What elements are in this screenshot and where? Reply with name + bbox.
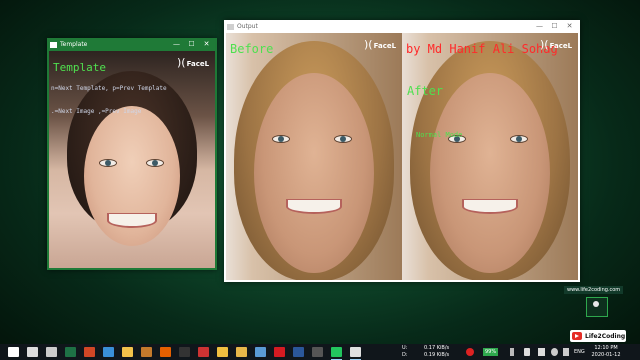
record-icon[interactable] [466, 348, 474, 356]
before-right-eye [334, 135, 352, 143]
photos-icon[interactable] [141, 347, 152, 357]
youtube-channel-badge[interactable]: Life2Coding [570, 330, 626, 342]
template-window-title: Template [60, 41, 88, 48]
youtube-icon [572, 332, 582, 340]
battery-icon[interactable] [524, 348, 530, 356]
output-image: Before )(FaceL by Md Hanif Ali Sohag )(F… [226, 33, 578, 280]
word-icon[interactable] [293, 347, 304, 357]
output-window-title: Output [237, 23, 258, 30]
after-smile [462, 199, 518, 214]
template-right-eye [146, 159, 164, 167]
watermark-url: www.life2coding.com [564, 286, 624, 294]
powerpoint-icon[interactable] [84, 347, 95, 357]
after-panel [402, 33, 578, 280]
after-label: After [407, 84, 444, 98]
camera-icon[interactable] [312, 347, 323, 357]
template-window[interactable]: Template — ☐ ✕ Template n=Next Template,… [47, 38, 217, 270]
volume-icon[interactable] [563, 348, 569, 356]
language-indicator[interactable]: ENG [574, 349, 585, 355]
media-player-icon[interactable] [103, 347, 114, 357]
output-window[interactable]: Output — ☐ ✕ Before )(FaceL by Md Hanif … [224, 20, 580, 282]
windows-start-icon[interactable] [8, 347, 19, 357]
python-icon[interactable] [217, 347, 228, 357]
opera-icon[interactable] [274, 347, 285, 357]
template-left-eye [99, 159, 117, 167]
facel-mark-icon: )( [177, 56, 186, 69]
minimize-button[interactable]: — [532, 20, 547, 33]
output-titlebar[interactable]: Output — ☐ ✕ [224, 20, 580, 33]
before-facel-logo: )(FaceL [364, 38, 397, 51]
wifi-icon[interactable] [551, 348, 558, 356]
firefox-icon[interactable] [160, 347, 171, 357]
before-smile [286, 199, 342, 214]
facel-mark-icon: )( [364, 38, 373, 51]
template-smile [107, 213, 157, 228]
after-facel-logo: )(FaceL [540, 38, 573, 51]
search-icon[interactable] [27, 347, 38, 357]
template-titlebar[interactable]: Template — ☐ ✕ [47, 38, 217, 51]
terminal-icon[interactable] [179, 347, 190, 357]
net-down-label: D: [402, 352, 408, 358]
folder-icon[interactable] [236, 347, 247, 357]
author-byline: by Md Hanif Ali Sohag [406, 42, 558, 56]
template-help-line-1: n=Next Template, p=Prev Template [51, 85, 167, 92]
template-facel-logo: )(FaceL [177, 56, 210, 69]
clock-time: 12:10 PM [594, 345, 618, 351]
after-right-eye [510, 135, 528, 143]
after-face [430, 73, 550, 273]
template-image: Template n=Next Template, p=Prev Templat… [49, 51, 215, 268]
net-up-value: 0.17 KiB/s [424, 345, 450, 351]
minimize-button[interactable]: — [169, 38, 184, 51]
window-app-icon [227, 23, 234, 30]
screen-capture-icon[interactable] [198, 347, 209, 357]
task-view-icon[interactable] [46, 347, 57, 357]
display-icon[interactable] [538, 348, 545, 356]
net-up-label: U: [402, 345, 408, 351]
output-window-icon[interactable] [350, 347, 361, 360]
facel-mark-icon: )( [540, 38, 549, 51]
close-button[interactable]: ✕ [199, 38, 214, 51]
channel-name: Life2Coding [585, 332, 626, 340]
maximize-button[interactable]: ☐ [184, 38, 199, 51]
pen-icon[interactable] [510, 348, 514, 356]
file-explorer-icon[interactable] [122, 347, 133, 357]
before-label: Before [230, 42, 274, 56]
before-left-eye [272, 135, 290, 143]
net-down-value: 0.19 KiB/s [424, 352, 450, 358]
pycharm-icon[interactable] [331, 347, 342, 360]
before-face [254, 73, 374, 273]
network-speed-monitor: U: 0.17 KiB/s D: 0.19 KiB/s [402, 345, 449, 359]
store-icon[interactable] [255, 347, 266, 357]
window-app-icon [50, 41, 57, 48]
normal-mode-label: Normal Mode [416, 131, 463, 139]
excel-icon[interactable] [65, 347, 76, 357]
taskbar-apps [0, 347, 361, 360]
template-heading: Template [53, 61, 106, 74]
close-button[interactable]: ✕ [562, 20, 577, 33]
system-clock[interactable]: 12:10 PM 2020-01-12 [591, 345, 621, 359]
battery-indicator[interactable]: 99% [483, 348, 499, 356]
maximize-button[interactable]: ☐ [547, 20, 562, 33]
taskbar: U: 0.17 KiB/s D: 0.19 KiB/s 99% ENG 12:10 … [0, 344, 640, 360]
template-help-line-2: .=Next Image ,=Prev Image [51, 108, 142, 115]
before-panel [226, 33, 402, 280]
clock-date: 2020-01-12 [591, 352, 621, 358]
life2coding-logo-icon [586, 297, 608, 317]
